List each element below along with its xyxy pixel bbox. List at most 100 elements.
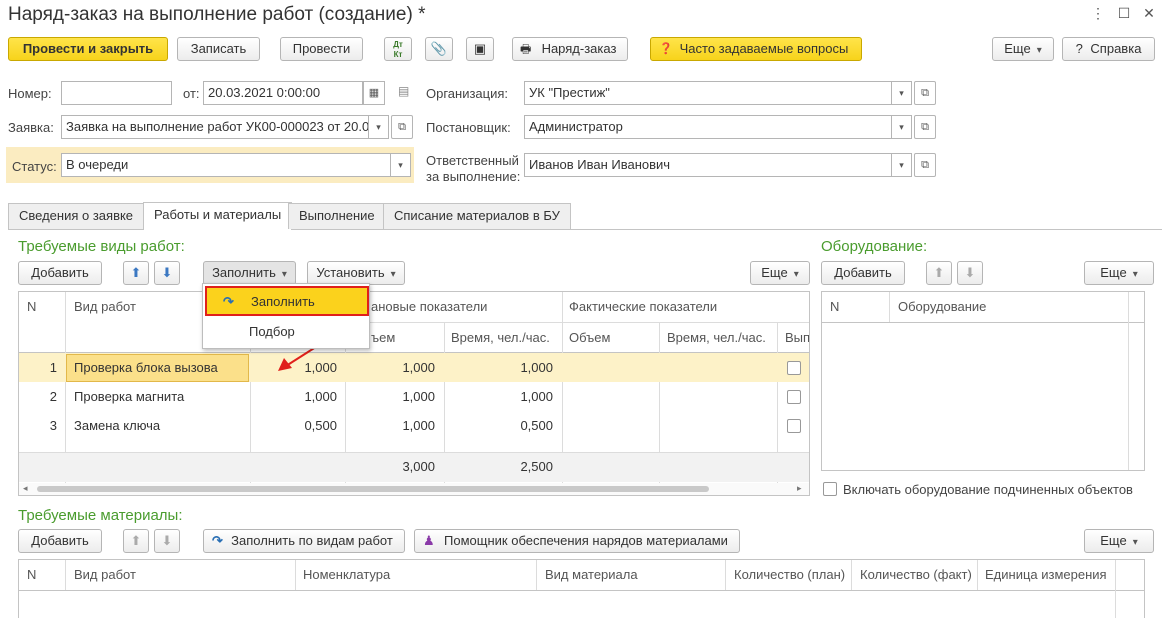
organization-open-icon[interactable]: ⧉: [914, 81, 936, 105]
row-volume-plan: 1,000: [402, 360, 435, 375]
works-subheader-divider: [345, 322, 809, 323]
equipment-more-button[interactable]: Еще: [1084, 261, 1154, 285]
responsible-input[interactable]: Иванов Иван Иванович: [524, 153, 892, 177]
date-input[interactable]: 20.03.2021 0:00:00: [203, 81, 363, 105]
materials-more-button[interactable]: Еще: [1084, 529, 1154, 553]
works-fill-button[interactable]: Заполнить: [203, 261, 296, 285]
more-vertical-icon[interactable]: ⋮: [1090, 4, 1106, 22]
calendar-icon[interactable]: ▦: [363, 81, 385, 105]
assigner-input[interactable]: Администратор: [524, 115, 892, 139]
row-time-plan: 0,500: [520, 418, 553, 433]
fill-by-work-button[interactable]: ↷ Заполнить по видам работ: [203, 529, 405, 553]
col-divider: [295, 560, 296, 590]
materials-col-n-header[interactable]: N: [27, 567, 36, 582]
move-down-icon[interactable]: ⬇: [154, 261, 180, 285]
equipment-add-button[interactable]: Добавить: [821, 261, 905, 285]
equipment-col-name-header[interactable]: Оборудование: [898, 299, 986, 314]
scroll-left-icon[interactable]: ◂: [23, 483, 28, 494]
menu-item-select[interactable]: Подбор: [205, 318, 369, 348]
fill-dropdown-menu: ↷ Заполнить Подбор: [202, 283, 370, 349]
structure-icon[interactable]: ▣: [466, 37, 494, 61]
col-work-type-header[interactable]: Вид работ: [74, 299, 136, 314]
equipment-move-up-icon[interactable]: ⬆: [926, 261, 952, 285]
assigner-open-icon[interactable]: ⧉: [914, 115, 936, 139]
request-input[interactable]: Заявка на выполнение работ УК00-000023 о…: [61, 115, 369, 139]
fill-arrow-icon: ↷: [212, 533, 223, 548]
responsible-dropdown-icon[interactable]: ▾: [892, 153, 912, 177]
save-button[interactable]: Записать: [177, 37, 260, 61]
row-done-checkbox[interactable]: [787, 419, 801, 433]
materials-col-qty-fact-header[interactable]: Количество (факт): [860, 567, 972, 582]
row-quantity: 0,500: [304, 418, 337, 433]
col-divider: [1115, 560, 1116, 618]
col-volume-plan-header[interactable]: ъем: [371, 330, 395, 345]
tab-execution[interactable]: Выполнение: [288, 203, 386, 229]
tab-works-materials[interactable]: Работы и материалы: [143, 202, 293, 230]
equipment-col-n-header[interactable]: N: [830, 299, 839, 314]
col-time-fact-header[interactable]: Время, чел./час.: [667, 330, 766, 345]
status-dropdown-icon[interactable]: ▾: [391, 153, 411, 177]
help-button[interactable]: ? Справка: [1062, 37, 1155, 61]
tab-request-info[interactable]: Сведения о заявке: [8, 203, 145, 229]
include-sub-objects-checkbox[interactable]: [823, 482, 837, 496]
scrollbar-thumb[interactable]: [37, 486, 709, 492]
col-divider: [536, 560, 537, 590]
request-dropdown-icon[interactable]: ▾: [369, 115, 389, 139]
row-work-type: Проверка магнита: [74, 389, 185, 404]
materials-move-up-icon[interactable]: ⬆: [123, 529, 149, 553]
materials-assistant-button[interactable]: ♟ Помощник обеспечения нарядов материала…: [414, 529, 740, 553]
organization-dropdown-icon[interactable]: ▾: [892, 81, 912, 105]
attachment-icon[interactable]: 📎: [425, 37, 453, 61]
materials-col-unit-header[interactable]: Единица измерения: [985, 567, 1107, 582]
help-label: Справка: [1090, 41, 1142, 56]
post-and-close-button[interactable]: Провести и закрыть: [8, 37, 168, 61]
responsible-open-icon[interactable]: ⧉: [914, 153, 936, 177]
materials-col-work-type-header[interactable]: Вид работ: [74, 567, 136, 582]
scroll-right-icon[interactable]: ▸: [797, 483, 802, 494]
row-done-checkbox[interactable]: [787, 361, 801, 375]
materials-move-down-icon[interactable]: ⬇: [154, 529, 180, 553]
status-label: Статус:: [12, 159, 57, 174]
request-open-icon[interactable]: ⧉: [391, 115, 413, 139]
col-volume-fact-header[interactable]: Объем: [569, 330, 610, 345]
menu-item-fill[interactable]: ↷ Заполнить: [205, 286, 369, 316]
print-work-order-button[interactable]: 🖶 Наряд-заказ: [512, 37, 628, 61]
materials-col-nomenclature-header[interactable]: Номенклатура: [303, 567, 390, 582]
equipment-section-title: Оборудование:: [821, 238, 928, 255]
works-table[interactable]: N Вид работ ановые показатели ъем Время,…: [18, 291, 810, 496]
equipment-move-down-icon[interactable]: ⬇: [957, 261, 983, 285]
printer-icon: 🖶: [520, 42, 532, 56]
works-add-button[interactable]: Добавить: [18, 261, 102, 285]
status-input[interactable]: В очереди: [61, 153, 391, 177]
materials-table[interactable]: N Вид работ Номенклатура Вид материала К…: [18, 559, 1145, 618]
row-volume-plan: 1,000: [402, 389, 435, 404]
assigner-dropdown-icon[interactable]: ▾: [892, 115, 912, 139]
materials-add-button[interactable]: Добавить: [18, 529, 102, 553]
post-button[interactable]: Провести: [280, 37, 363, 61]
col-time-plan-header[interactable]: Время, чел./час.: [451, 330, 550, 345]
works-more-button[interactable]: Еще: [750, 261, 810, 285]
col-divider: [889, 292, 890, 322]
tab-write-off[interactable]: Списание материалов в БУ: [383, 203, 571, 229]
move-up-icon[interactable]: ⬆: [123, 261, 149, 285]
materials-col-material-type-header[interactable]: Вид материала: [545, 567, 638, 582]
more-button[interactable]: Еще: [992, 37, 1054, 61]
faq-button[interactable]: ❓ Часто задаваемые вопросы: [650, 37, 862, 61]
equipment-header-divider: [822, 322, 1144, 323]
maximize-icon[interactable]: ☐: [1116, 4, 1132, 22]
row-number: 2: [49, 389, 57, 404]
col-planned-header[interactable]: ановые показатели: [371, 299, 487, 314]
comment-icon[interactable]: ▤: [398, 84, 409, 98]
row-done-checkbox[interactable]: [787, 390, 801, 404]
dt-kt-icon[interactable]: Дт Кт: [384, 37, 412, 61]
close-icon[interactable]: ✕: [1141, 4, 1157, 22]
col-n-header[interactable]: N: [27, 299, 36, 314]
col-divider: [977, 560, 978, 590]
organization-input[interactable]: УК "Престиж": [524, 81, 892, 105]
works-set-button[interactable]: Установить: [307, 261, 405, 285]
materials-col-qty-plan-header[interactable]: Количество (план): [734, 567, 845, 582]
number-input[interactable]: [61, 81, 172, 105]
col-done-header[interactable]: Вып: [785, 330, 809, 345]
col-actual-header[interactable]: Фактические показатели: [569, 299, 717, 314]
equipment-table[interactable]: N Оборудование: [821, 291, 1145, 471]
